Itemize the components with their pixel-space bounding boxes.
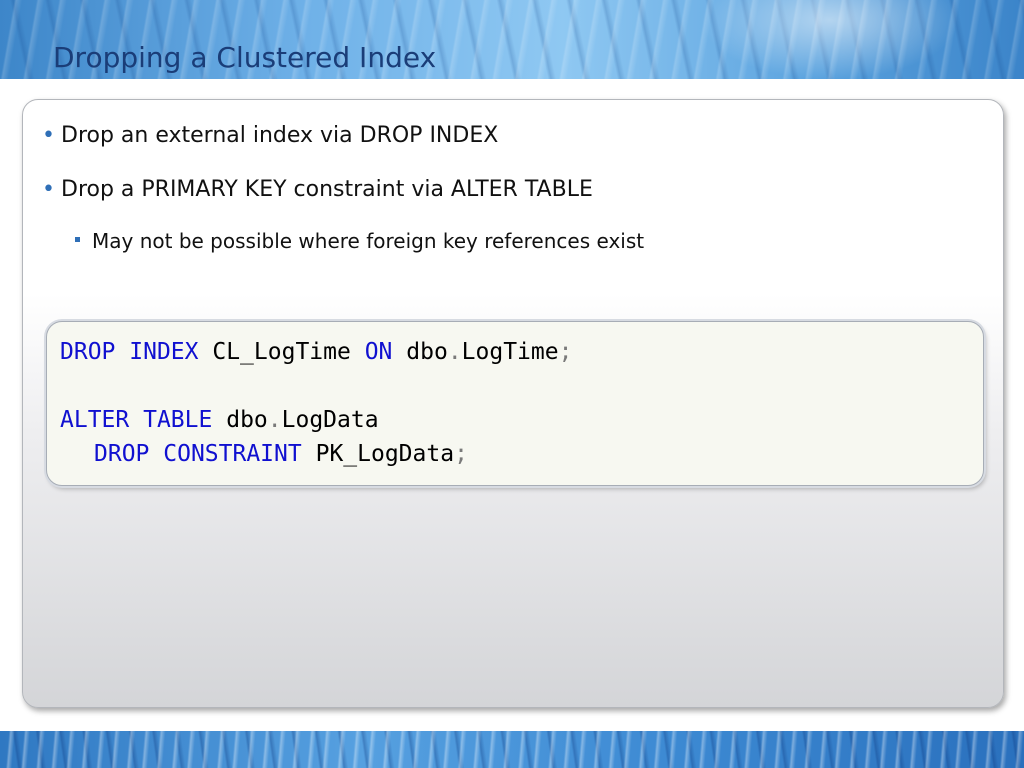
code-identifier: dbo <box>406 339 448 365</box>
code-identifier: PK_LogData <box>315 441 455 467</box>
footer-banner <box>0 731 1024 768</box>
code-block: DROP INDEX CL_LogTime ON dbo.LogTime; AL… <box>46 321 984 486</box>
footer-decoration <box>0 731 1024 768</box>
code-punctuation: ; <box>454 441 468 467</box>
bullet-text: Drop a PRIMARY KEY constraint via ALTER … <box>61 177 593 202</box>
sub-bullet-text: May not be possible where foreign key re… <box>92 229 645 253</box>
code-keyword: ALTER <box>60 407 130 433</box>
code-keyword: DROP <box>60 339 116 365</box>
sub-bullet-item-1: May not be possible where foreign key re… <box>75 227 645 255</box>
sub-bullet-marker <box>75 237 80 242</box>
code-keyword: INDEX <box>129 339 199 365</box>
bullet-item-2: • Drop a PRIMARY KEY constraint via ALTE… <box>42 175 593 205</box>
code-identifier: dbo <box>226 407 268 433</box>
bullet-text: Drop an external index via DROP INDEX <box>61 123 499 148</box>
bullet-marker: • <box>42 123 55 148</box>
code-line-1: DROP INDEX CL_LogTime ON dbo.LogTime; <box>60 336 572 368</box>
code-line-2: ALTER TABLE dbo.LogData <box>60 404 379 436</box>
code-keyword: TABLE <box>143 407 213 433</box>
bullet-item-1: • Drop an external index via DROP INDEX <box>42 121 499 151</box>
code-line-3: DROP CONSTRAINT PK_LogData; <box>94 438 468 470</box>
code-keyword: DROP <box>94 441 150 467</box>
code-identifier: LogData <box>281 407 379 433</box>
page-title: Dropping a Clustered Index <box>53 41 437 74</box>
code-punctuation: ; <box>558 339 573 365</box>
code-identifier: LogTime <box>461 339 559 365</box>
code-keyword: ON <box>364 339 393 365</box>
code-keyword: CONSTRAINT <box>163 441 302 467</box>
bullet-marker: • <box>42 177 55 202</box>
code-punctuation: . <box>267 407 282 433</box>
code-identifier: CL_LogTime <box>212 339 351 365</box>
code-punctuation: . <box>447 339 462 365</box>
